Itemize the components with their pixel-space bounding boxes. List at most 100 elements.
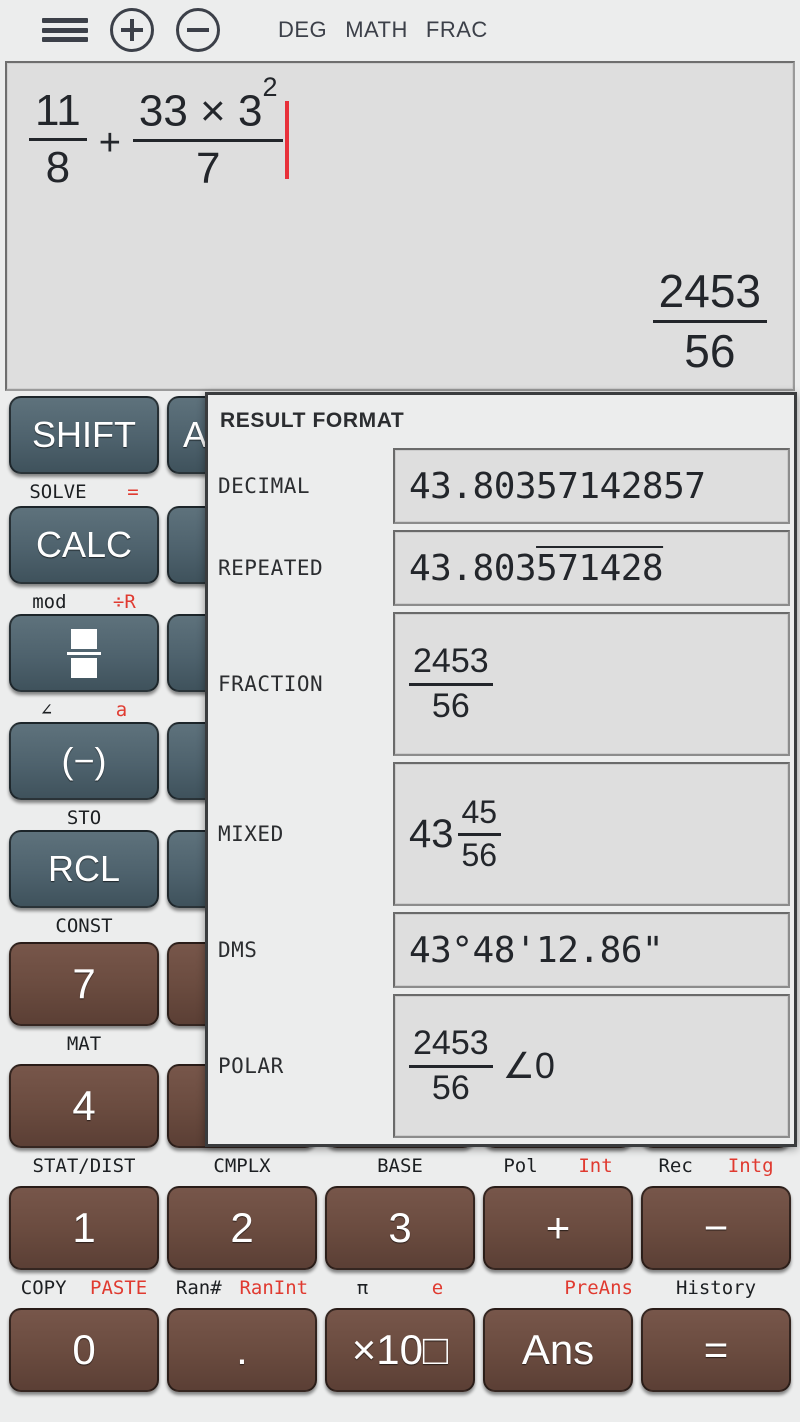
row-value-box[interactable]: 43 45 56 <box>393 762 790 906</box>
key-2[interactable]: 2 <box>167 1186 317 1270</box>
hamburger-line <box>42 18 88 23</box>
repeated-value-prefix: 43.803 <box>409 547 537 589</box>
key-label: 7 <box>72 960 96 1007</box>
key-calc[interactable]: CALC <box>9 506 159 584</box>
key-sublabels: History <box>641 1276 791 1300</box>
status-angle-mode: DEG <box>278 17 328 42</box>
row-label: FRACTION <box>218 672 324 696</box>
row-value-box[interactable]: 43.803 571428 <box>393 530 790 606</box>
row-label: MIXED <box>218 822 284 846</box>
status-indicators: DEG MATH FRAC <box>278 17 488 43</box>
key-[interactable]: + <box>483 1186 633 1270</box>
shift-function-label: COPY <box>20 1277 67 1299</box>
fraction-template-icon <box>67 628 101 678</box>
key-label: 2 <box>230 1204 254 1251</box>
fraction-denominator: 56 <box>431 686 470 725</box>
hamburger-line <box>42 37 88 42</box>
status-result-mode: FRAC <box>425 17 488 42</box>
text-cursor <box>285 100 290 179</box>
fraction-bar <box>457 832 502 836</box>
key-3[interactable]: 3 <box>325 1186 475 1270</box>
shift-function-label: Rec <box>658 1155 693 1177</box>
key-fraction[interactable] <box>9 614 159 692</box>
fraction-bar <box>409 682 493 686</box>
result-row-fraction[interactable]: FRACTION 2453 56 <box>208 609 794 759</box>
row-label: POLAR <box>218 1054 284 1078</box>
fraction-value: 2453 56 <box>409 641 493 725</box>
key-sublabels: COPY PASTE <box>9 1276 159 1300</box>
fraction-numerator: 33 × 32 <box>133 73 284 135</box>
expression: 11 8 + 33 × 32 7 <box>29 73 290 193</box>
key-4[interactable]: 4 <box>9 1064 159 1148</box>
row-label: DMS <box>218 938 258 962</box>
fraction-bar <box>652 319 767 323</box>
calculator-display[interactable]: 11 8 + 33 × 32 7 2453 56 <box>5 61 795 391</box>
alpha-function-label: = <box>127 481 139 503</box>
key-rcl[interactable]: RCL <box>9 830 159 908</box>
key-1[interactable]: 1 <box>9 1186 159 1270</box>
key-10[interactable]: ×10□ <box>325 1308 475 1392</box>
shift-function-label: mod <box>32 591 67 613</box>
row-value-box[interactable]: 2453 56 <box>393 612 790 756</box>
dms-value: 43°48'12.86" <box>409 929 664 971</box>
row-value-box[interactable]: 2453 56 ∠0 <box>393 994 790 1138</box>
fraction-bar <box>132 138 284 142</box>
key-sublabels: BASE <box>325 1154 475 1178</box>
result-row-dms[interactable]: DMS 43°48'12.86" <box>208 909 794 991</box>
shift-function-label: ∠ <box>40 699 53 721</box>
key-[interactable]: − <box>641 1186 791 1270</box>
fraction-denominator: 7 <box>195 143 221 193</box>
fraction-numerator: 2453 <box>413 1023 489 1062</box>
hamburger-menu-icon[interactable] <box>42 15 88 45</box>
shift-function-label: History <box>675 1277 757 1299</box>
polar-angle: ∠0 <box>502 1045 555 1086</box>
alpha-function-label: RanInt <box>239 1277 309 1299</box>
key-label: 0 <box>72 1326 96 1373</box>
key-label: 4 <box>72 1082 96 1129</box>
hamburger-line <box>42 27 88 33</box>
key-label: SHIFT <box>32 414 136 455</box>
key-label: 1 <box>72 1204 96 1251</box>
key-sublabels: SOLVE = <box>9 480 159 504</box>
fraction-bar <box>29 138 87 142</box>
result-format-rows: DECIMAL 43.80357142857 REPEATED 43.803 57… <box>208 445 794 1141</box>
row-value-box[interactable]: 43°48'12.86" <box>393 912 790 988</box>
key-[interactable]: (−) <box>9 722 159 800</box>
display-result: 2453 56 <box>652 267 767 375</box>
shift-function-label: CONST <box>55 915 113 937</box>
panel-title: RESULT FORMAT <box>220 409 405 432</box>
result-row-mixed[interactable]: MIXED 43 45 56 <box>208 759 794 909</box>
row-value-box[interactable]: 43.80357142857 <box>393 448 790 524</box>
key-sublabels: CONST <box>9 914 159 938</box>
key-label: (−) <box>61 740 107 781</box>
plus-circle-icon[interactable] <box>110 8 154 52</box>
key-7[interactable]: 7 <box>9 942 159 1026</box>
key-[interactable]: = <box>641 1308 791 1392</box>
polar-magnitude: 2453 56 <box>409 1023 493 1106</box>
shift-function-label: CMPLX <box>213 1155 271 1177</box>
result-row-decimal[interactable]: DECIMAL 43.80357142857 <box>208 445 794 527</box>
alpha-function-label: a <box>115 699 128 721</box>
fraction-numerator: 11 <box>35 85 81 135</box>
row-label: DECIMAL <box>218 474 311 498</box>
row-label: REPEATED <box>218 556 324 580</box>
result-row-polar[interactable]: POLAR 2453 56 ∠0 <box>208 991 794 1141</box>
key-ans[interactable]: Ans <box>483 1308 633 1392</box>
fraction-numerator: 2453 <box>413 641 489 680</box>
key-shift[interactable]: SHIFT <box>9 396 159 474</box>
key-[interactable]: . <box>167 1308 317 1392</box>
key-sublabels: STAT/DIST <box>9 1154 159 1178</box>
key-label: − <box>703 1204 729 1251</box>
alpha-function-label: PreAns <box>564 1277 633 1299</box>
result-row-repeated[interactable]: REPEATED 43.803 571428 <box>208 527 794 609</box>
result-format-panel: RESULT FORMAT DECIMAL 43.80357142857 REP… <box>205 392 797 1147</box>
calculator-app: DEG MATH FRAC 11 8 + 33 × 32 7 2453 56 S… <box>0 0 800 1422</box>
key-label: . <box>236 1326 248 1373</box>
minus-circle-icon[interactable] <box>176 8 220 52</box>
key-sublabels: Pol Int <box>483 1154 633 1178</box>
key-0[interactable]: 0 <box>9 1308 159 1392</box>
key-label: 3 <box>388 1204 412 1251</box>
top-bar: DEG MATH FRAC <box>0 0 800 60</box>
mixed-value: 43 45 56 <box>409 795 502 872</box>
fraction-bar <box>409 1064 493 1068</box>
